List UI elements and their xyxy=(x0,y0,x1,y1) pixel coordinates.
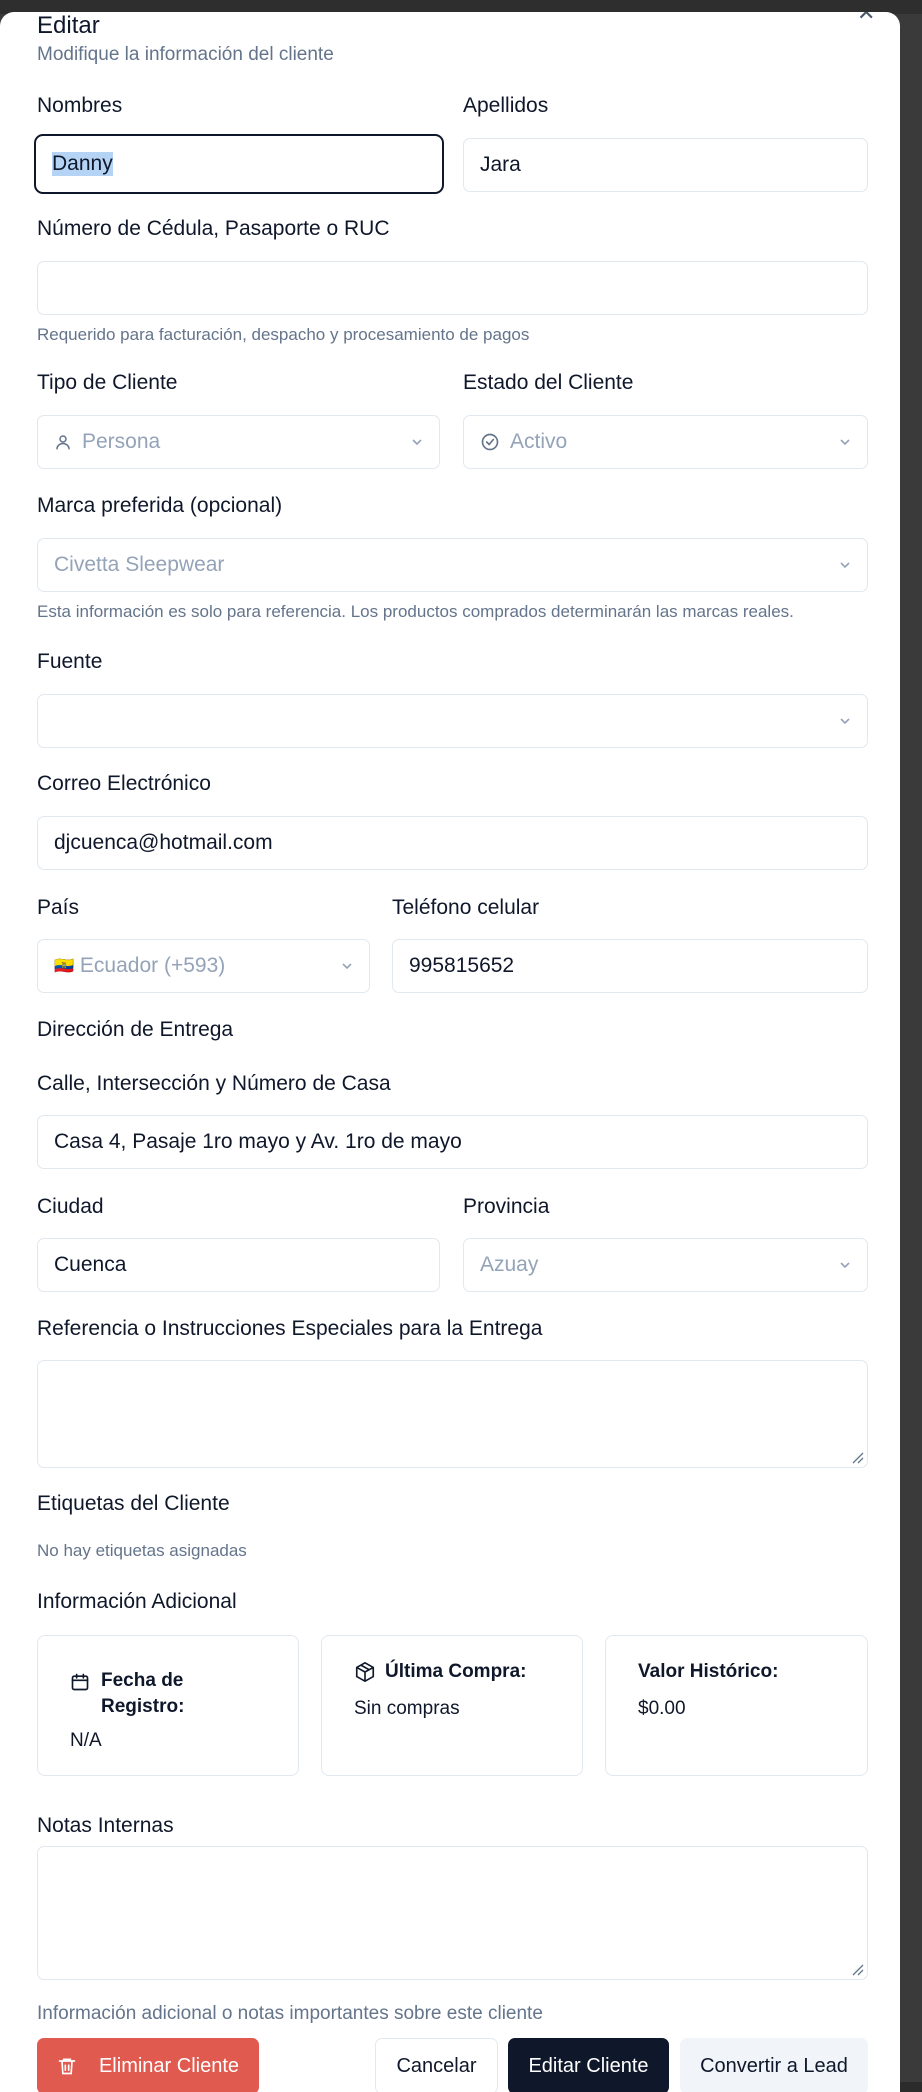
edit-client-button[interactable]: Editar Cliente xyxy=(508,2038,669,2092)
calendar-icon xyxy=(71,1673,89,1691)
info-card-registro-title: Fecha de Registro: xyxy=(101,1670,185,1717)
apellidos-input[interactable]: Jara xyxy=(463,138,868,192)
estado-cliente-value: Activo xyxy=(510,430,568,453)
edit-client-label: Editar Cliente xyxy=(528,2054,649,2077)
delete-client-label: Eliminar Cliente xyxy=(98,2054,240,2077)
chevron-down-icon xyxy=(840,718,850,725)
check-circle-icon xyxy=(481,433,499,451)
info-card-registro-value: N/A xyxy=(70,1730,102,1751)
marca-label: Marca preferida (opcional) xyxy=(37,494,283,517)
tipo-cliente-value: Persona xyxy=(82,430,161,453)
info-adicional-label: Información Adicional xyxy=(37,1590,237,1613)
user-icon xyxy=(56,435,70,450)
dialog-subtitle: Modifique la información del cliente xyxy=(37,44,334,65)
info-card-valor-historico-title: Valor Histórico: xyxy=(638,1661,779,1682)
telefono-input[interactable]: 995815652 xyxy=(392,939,868,993)
fuente-select[interactable] xyxy=(37,694,868,748)
info-card-registro: Fecha de Registro: N/A xyxy=(37,1635,299,1776)
trash-icon xyxy=(58,2058,76,2075)
marca-value: Civetta Sleepwear xyxy=(54,553,225,576)
cancel-label: Cancelar xyxy=(396,2054,477,2077)
fuente-label: Fuente xyxy=(37,650,103,673)
ciudad-input[interactable]: Cuenca xyxy=(37,1238,440,1292)
nombres-input[interactable]: Danny xyxy=(34,134,444,194)
chevron-down-icon xyxy=(412,439,422,446)
correo-value: djcuenca@hotmail.com xyxy=(54,831,273,854)
chevron-down-icon xyxy=(840,562,850,569)
chevron-down-icon xyxy=(840,1262,850,1269)
marca-hint: Esta información es solo para referencia… xyxy=(37,602,794,621)
info-card-ultima-compra-value: Sin compras xyxy=(354,1698,460,1719)
correo-label: Correo Electrónico xyxy=(37,772,211,795)
ciudad-value: Cuenca xyxy=(54,1253,127,1276)
referencia-textarea[interactable] xyxy=(37,1360,868,1468)
info-card-valor-historico: Valor Histórico: $0.00 xyxy=(605,1635,868,1776)
calle-input[interactable]: Casa 4, Pasaje 1ro mayo y Av. 1ro de may… xyxy=(37,1115,868,1169)
etiquetas-label: Etiquetas del Cliente xyxy=(37,1492,230,1515)
referencia-label: Referencia o Instrucciones Especiales pa… xyxy=(37,1317,543,1340)
dialog-title: Editar xyxy=(37,12,100,39)
telefono-value: 995815652 xyxy=(409,954,515,977)
cedula-label: Número de Cédula, Pasaporte o RUC xyxy=(37,217,390,240)
edit-client-dialog: Editar ✕ Modifique la información del cl… xyxy=(0,12,900,2092)
provincia-select[interactable]: Azuay xyxy=(463,1238,868,1292)
provincia-value: Azuay xyxy=(480,1253,539,1276)
provincia-label: Provincia xyxy=(463,1195,550,1218)
ecuador-flag-icon: 🇪🇨 xyxy=(54,958,74,975)
notas-textarea[interactable] xyxy=(37,1846,868,1980)
resize-handle-icon[interactable] xyxy=(850,1450,864,1464)
calle-label: Calle, Intersección y Número de Casa xyxy=(37,1072,391,1095)
notas-label: Notas Internas xyxy=(37,1814,174,1837)
estado-cliente-select[interactable]: Activo xyxy=(463,415,868,469)
marca-select[interactable]: Civetta Sleepwear xyxy=(37,538,868,592)
delete-client-button[interactable]: Eliminar Cliente xyxy=(37,2038,259,2092)
close-icon[interactable]: ✕ xyxy=(857,12,875,26)
convert-to-lead-label: Convertir a Lead xyxy=(700,2054,848,2077)
tipo-cliente-select[interactable]: Persona xyxy=(37,415,440,469)
apellidos-label: Apellidos xyxy=(463,94,549,117)
cedula-hint: Requerido para facturación, despacho y p… xyxy=(37,325,530,344)
nombres-value: Danny xyxy=(52,152,113,176)
apellidos-value: Jara xyxy=(480,153,521,176)
convert-to-lead-button[interactable]: Convertir a Lead xyxy=(680,2038,868,2092)
correo-input[interactable]: djcuenca@hotmail.com xyxy=(37,816,868,870)
notas-hint: Información adicional o notas importante… xyxy=(37,2003,543,2024)
pais-label: País xyxy=(37,896,80,919)
ciudad-label: Ciudad xyxy=(37,1195,104,1218)
info-card-valor-historico-value: $0.00 xyxy=(638,1698,686,1719)
cancel-button[interactable]: Cancelar xyxy=(375,2038,498,2092)
chevron-down-icon xyxy=(342,963,352,970)
package-icon xyxy=(355,1662,375,1682)
telefono-label: Teléfono celular xyxy=(392,896,540,919)
nombres-label: Nombres xyxy=(37,94,123,117)
etiquetas-empty: No hay etiquetas asignadas xyxy=(37,1541,247,1560)
estado-cliente-label: Estado del Cliente xyxy=(463,371,634,394)
info-card-ultima-compra: Última Compra: Sin compras xyxy=(321,1635,583,1776)
direccion-heading: Dirección de Entrega xyxy=(37,1018,234,1041)
resize-handle-icon[interactable] xyxy=(850,1962,864,1976)
cedula-input[interactable] xyxy=(37,261,868,315)
calle-value: Casa 4, Pasaje 1ro mayo y Av. 1ro de may… xyxy=(54,1130,462,1153)
tipo-cliente-label: Tipo de Cliente xyxy=(37,371,178,394)
pais-value: Ecuador (+593) xyxy=(79,954,226,977)
pais-select[interactable]: 🇪🇨 Ecuador (+593) xyxy=(37,939,370,993)
info-card-ultima-compra-title: Última Compra: xyxy=(385,1661,527,1682)
chevron-down-icon xyxy=(840,439,850,446)
